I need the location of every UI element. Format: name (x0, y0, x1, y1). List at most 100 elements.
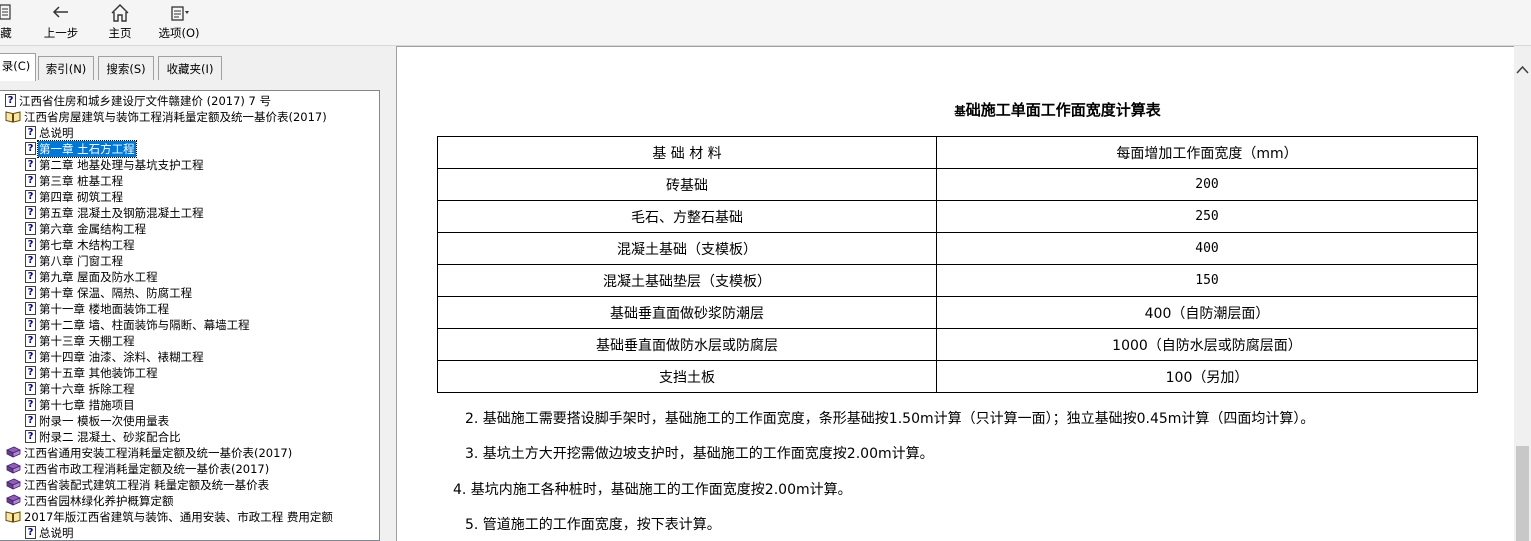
paragraph-5: 5. 管道施工的工作面宽度，按下表计算。 (465, 517, 721, 533)
table-row: 混凝土基础（支模板） 400 (437, 232, 1478, 265)
tree-item[interactable]: ? 附录二 混凝土、砂浆配合比 (25, 429, 182, 445)
tree-item-label: 第一章 土石方工程 (37, 140, 137, 158)
tree-item[interactable]: ? 第三章 桩基工程 (25, 173, 124, 189)
tree-item[interactable]: ? 第十四章 油漆、涂料、裱糊工程 (25, 349, 205, 365)
tree-item-label: 江西省市政工程消耗量定额及统一基价表(2017) (24, 462, 270, 476)
tree-item[interactable]: ? 总说明 (25, 525, 75, 540)
help-page-icon: ? (25, 350, 36, 363)
tree-item[interactable]: ? 总说明 (25, 125, 75, 141)
tree-item[interactable]: ? 第五章 混凝土及钢筋混凝土工程 (25, 205, 205, 221)
table-cell-width: 100（另加） (936, 360, 1478, 393)
tab-favorites[interactable]: 收藏夹(I) (158, 56, 222, 80)
pane-splitter[interactable] (388, 46, 396, 541)
tree-item-label: 第六章 金属结构工程 (39, 222, 147, 236)
tree-item-label: 第八章 门窗工程 (39, 254, 124, 268)
tree-item[interactable]: ? 第十五章 其他装饰工程 (25, 365, 159, 381)
tree-item[interactable]: 江西省房屋建筑与装饰工程消耗量定额及统一基价表(2017) (5, 109, 328, 125)
tree-item[interactable]: 2017年版江西省建筑与装饰、通用安装、市政工程 费用定额 (5, 509, 334, 525)
tree-item-label: 江西省住房和城乡建设厅文件赣建价 (2017) 7 号 (19, 94, 272, 108)
content-scrollbar[interactable] (1514, 46, 1531, 541)
tab-contents[interactable]: 录(C) (0, 53, 36, 81)
tab-search[interactable]: 搜索(S) (98, 56, 154, 80)
table-cell-width: 400 (936, 232, 1478, 265)
table-cell-material: 基础垂直面做防水层或防腐层 (437, 328, 937, 361)
table-row: 基础垂直面做砂浆防潮层 400（自防潮层面） (437, 296, 1478, 329)
table-row: 支挡土板 100（另加） (437, 360, 1478, 393)
table-header-material: 基 础 材 料 (437, 136, 937, 169)
tree-item[interactable]: ? 第十三章 天棚工程 (25, 333, 136, 349)
table-cell-width: 1000（自防水层或防腐层面） (936, 328, 1478, 361)
tree-item-label: 第十六章 拆除工程 (39, 382, 135, 396)
tree-item[interactable]: ? 第九章 屋面及防水工程 (25, 269, 159, 285)
table-cell-width: 200 (936, 168, 1478, 201)
paragraph-4: 4. 基坑内施工各种桩时，基础施工的工作面宽度按2.00m计算。 (453, 482, 852, 498)
help-page-icon: ? (25, 526, 36, 539)
tree-item-label: 第十五章 其他装饰工程 (39, 366, 158, 380)
toolbar: 藏 上一步 主页 选项(O) (0, 0, 1531, 46)
scroll-up-icon[interactable] (1514, 60, 1531, 80)
tree-item[interactable]: ? 第四章 砌筑工程 (25, 189, 124, 205)
table-header-width: 每面增加工作面宽度（mm） (936, 136, 1478, 169)
tree-item[interactable]: ? 第七章 木结构工程 (25, 237, 136, 253)
options-icon (171, 6, 189, 21)
tree-item[interactable]: 江西省市政工程消耗量定额及统一基价表(2017) (5, 461, 270, 477)
tree-item[interactable]: ? 第十七章 措施项目 (25, 397, 136, 413)
back-button[interactable]: 上一步 (41, 3, 81, 43)
tree-item[interactable]: 江西省通用安装工程消耗量定额及统一基价表(2017) (5, 445, 293, 461)
closed-book-icon (6, 462, 21, 474)
help-page-icon: ? (25, 222, 36, 235)
tree-item-label: 第十二章 墙、柱面装饰与隔断、幕墙工程 (39, 318, 250, 332)
table-cell-width: 400（自防潮层面） (936, 296, 1478, 329)
table-cell-width: 250 (936, 200, 1478, 233)
back-arrow-icon (52, 6, 68, 18)
page-title-prefix: 基 (954, 104, 966, 118)
tree-item-label: 第四章 砌筑工程 (39, 190, 124, 204)
help-page-icon: ? (25, 430, 36, 443)
help-page-icon: ? (25, 174, 36, 187)
tree-item-label: 第十四章 油漆、涂料、裱糊工程 (39, 350, 204, 364)
help-page-icon: ? (25, 286, 36, 299)
help-page-icon: ? (25, 414, 36, 427)
tree-item-label: 第五章 混凝土及钢筋混凝土工程 (39, 206, 204, 220)
scrollbar-thumb[interactable] (1516, 446, 1529, 541)
tree-item[interactable]: ? 第十一章 楼地面装饰工程 (25, 301, 170, 317)
tree-item[interactable]: ? 第十章 保温、隔热、防腐工程 (25, 285, 193, 301)
table-row: 毛石、方整石基础 250 (437, 200, 1478, 233)
tree-item-label: 总说明 (39, 526, 74, 540)
table-cell-width: 150 (936, 264, 1478, 297)
table-cell-material: 混凝土基础（支模板） (437, 232, 937, 265)
tree-item[interactable]: 江西省园林绿化养护概算定额 (5, 493, 175, 509)
home-button[interactable]: 主页 (105, 3, 135, 43)
tree-item-label: 第三章 桩基工程 (39, 174, 124, 188)
help-page-icon: ? (25, 334, 36, 347)
closed-book-icon (6, 446, 21, 458)
options-button[interactable]: 选项(O) (156, 3, 202, 43)
tree-item-label: 第十三章 天棚工程 (39, 334, 135, 348)
options-label: 选项(O) (158, 26, 200, 40)
table-row: 混凝土基础垫层（支模板） 150 (437, 264, 1478, 297)
tree-item-label: 第十章 保温、隔热、防腐工程 (39, 286, 193, 300)
tree-item[interactable]: ? 第八章 门窗工程 (25, 253, 124, 269)
tree-item[interactable]: ? 第一章 土石方工程 (25, 140, 137, 158)
home-icon (111, 4, 129, 22)
tree-item[interactable]: ? 第十六章 拆除工程 (25, 381, 136, 397)
toolbar-hide-button[interactable]: 藏 (0, 3, 18, 43)
tree-item[interactable]: ? 江西省住房和城乡建设厅文件赣建价 (2017) 7 号 (5, 93, 272, 109)
navigation-pane: 录(C) 索引(N) 搜索(S) 收藏夹(I) ? 江西省住房和城乡建设厅文件赣建… (0, 46, 388, 541)
open-book-icon (5, 511, 21, 523)
tree-item[interactable]: ? 第十二章 墙、柱面装饰与隔断、幕墙工程 (25, 317, 251, 333)
help-page-icon: ? (25, 318, 36, 331)
tree-item-label: 江西省房屋建筑与装饰工程消耗量定额及统一基价表(2017) (24, 110, 327, 124)
tree-item[interactable]: ? 第六章 金属结构工程 (25, 221, 147, 237)
tree-item-label: 江西省通用安装工程消耗量定额及统一基价表(2017) (24, 446, 293, 460)
help-page-icon: ? (25, 142, 36, 155)
help-page-icon: ? (5, 94, 16, 107)
tree-item[interactable]: ? 附录一 模板一次使用量表 (25, 413, 170, 429)
tree-item-label: 江西省装配式建筑工程消 耗量定额及统一基价表 (24, 478, 270, 492)
help-page-icon: ? (25, 206, 36, 219)
paragraph-3: 3. 基坑土方大开挖需做边坡支护时，基础施工的工作面宽度按2.00m计算。 (465, 446, 934, 462)
tree-item[interactable]: ? 第二章 地基处理与基坑支护工程 (25, 157, 205, 173)
tree-item[interactable]: 江西省装配式建筑工程消 耗量定额及统一基价表 (5, 477, 270, 493)
tab-index[interactable]: 索引(N) (38, 56, 94, 80)
help-page-icon: ? (25, 302, 36, 315)
